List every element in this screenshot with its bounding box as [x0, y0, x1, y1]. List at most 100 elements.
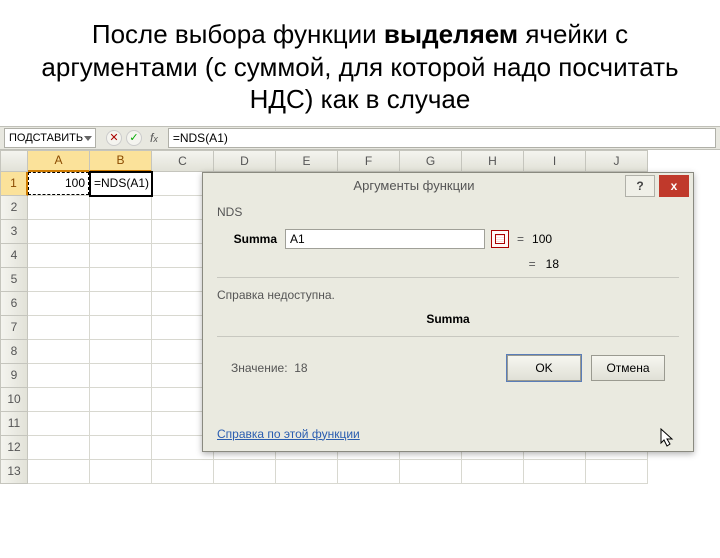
cell-B4[interactable] [90, 244, 152, 268]
cell-A10[interactable] [28, 388, 90, 412]
fx-icon[interactable]: fx [146, 131, 162, 145]
function-arguments-dialog: Аргументы функции ? x NDS Summa A1 = 100… [202, 172, 694, 452]
argument-input-text: A1 [290, 232, 305, 246]
name-box-text: ПОДСТАВИТЬ [9, 132, 83, 144]
cell-G13[interactable] [400, 460, 462, 484]
cell-B6[interactable] [90, 292, 152, 316]
separator-2 [217, 336, 679, 337]
dialog-footer: Значение: 18 OK Отмена [217, 347, 679, 389]
cell-B7[interactable] [90, 316, 152, 340]
row-header-7[interactable]: 7 [0, 316, 28, 340]
function-help-link[interactable]: Справка по этой функции [217, 427, 360, 441]
value-label-text: Значение: [231, 361, 288, 375]
row-header-4[interactable]: 4 [0, 244, 28, 268]
value-number: 18 [294, 361, 307, 375]
col-header-A[interactable]: A [28, 150, 90, 172]
cell-B10[interactable] [90, 388, 152, 412]
cell-B1[interactable]: =NDS(A1) [90, 172, 152, 196]
cell-J13[interactable] [586, 460, 648, 484]
col-header-D[interactable]: D [214, 150, 276, 172]
col-header-B[interactable]: B [90, 150, 152, 172]
cell-A11[interactable] [28, 412, 90, 436]
argument-label: Summa [217, 232, 277, 246]
center-arg-label: Summa [217, 312, 679, 326]
dialog-titlebar[interactable]: Аргументы функции ? x [203, 173, 693, 199]
cell-H13[interactable] [462, 460, 524, 484]
dialog-close-button[interactable]: x [659, 175, 689, 197]
dialog-body: NDS Summa A1 = 100 = 18 Справка недоступ… [203, 199, 693, 395]
row-header-9[interactable]: 9 [0, 364, 28, 388]
cell-A8[interactable] [28, 340, 90, 364]
row-header-2[interactable]: 2 [0, 196, 28, 220]
row-header-11[interactable]: 11 [0, 412, 28, 436]
cancel-formula-button[interactable]: ✕ [106, 130, 122, 146]
cell-A6[interactable] [28, 292, 90, 316]
slide-heading: После выбора функции выделяем ячейки с а… [0, 0, 720, 126]
argument-evaluated: 100 [532, 232, 552, 246]
excel-area: ПОДСТАВИТЬ ✕ ✓ fx =NDS(A1) ABCDEFGHIJ 11… [0, 126, 720, 558]
cell-A12[interactable] [28, 436, 90, 460]
cell-A7[interactable] [28, 316, 90, 340]
row-header-6[interactable]: 6 [0, 292, 28, 316]
cell-A13[interactable] [28, 460, 90, 484]
cell-C13[interactable] [152, 460, 214, 484]
cell-B2[interactable] [90, 196, 152, 220]
cell-I13[interactable] [524, 460, 586, 484]
row-header-1[interactable]: 1 [0, 172, 28, 196]
col-header-G[interactable]: G [400, 150, 462, 172]
cell-B5[interactable] [90, 268, 152, 292]
cell-B3[interactable] [90, 220, 152, 244]
value-label: Значение: 18 [231, 361, 308, 375]
formula-bar-controls: ✕ ✓ fx [100, 130, 168, 146]
cell-A9[interactable] [28, 364, 90, 388]
cell-A4[interactable] [28, 244, 90, 268]
cell-A3[interactable] [28, 220, 90, 244]
column-headers: ABCDEFGHIJ [0, 150, 720, 172]
col-header-H[interactable]: H [462, 150, 524, 172]
cancel-button[interactable]: Отмена [591, 355, 665, 381]
slide-text-1: После выбора функции [92, 19, 384, 49]
formula-bar: ПОДСТАВИТЬ ✕ ✓ fx =NDS(A1) [0, 126, 720, 150]
separator [217, 277, 679, 278]
col-header-J[interactable]: J [586, 150, 648, 172]
cell-A2[interactable] [28, 196, 90, 220]
row-header-13[interactable]: 13 [0, 460, 28, 484]
row-header-12[interactable]: 12 [0, 436, 28, 460]
cell-B11[interactable] [90, 412, 152, 436]
cell-A5[interactable] [28, 268, 90, 292]
help-unavailable-label: Справка недоступна. [217, 288, 679, 302]
cell-B12[interactable] [90, 436, 152, 460]
name-box[interactable]: ПОДСТАВИТЬ [4, 128, 96, 148]
cell-E13[interactable] [276, 460, 338, 484]
cell-D13[interactable] [214, 460, 276, 484]
cell-B8[interactable] [90, 340, 152, 364]
col-header-E[interactable]: E [276, 150, 338, 172]
argument-row: Summa A1 = 100 [217, 229, 679, 249]
col-header-I[interactable]: I [524, 150, 586, 172]
row-header-3[interactable]: 3 [0, 220, 28, 244]
ok-button[interactable]: OK [507, 355, 581, 381]
enter-formula-button[interactable]: ✓ [126, 130, 142, 146]
equals-sign-2: = [529, 257, 536, 271]
row-header-5[interactable]: 5 [0, 268, 28, 292]
cell-B9[interactable] [90, 364, 152, 388]
dialog-help-button[interactable]: ? [625, 175, 655, 197]
row-header-8[interactable]: 8 [0, 340, 28, 364]
dialog-title: Аргументы функции [203, 178, 625, 193]
row-header-10[interactable]: 10 [0, 388, 28, 412]
select-all-corner[interactable] [0, 150, 28, 172]
formula-input[interactable]: =NDS(A1) [168, 128, 716, 148]
col-header-F[interactable]: F [338, 150, 400, 172]
result-value: 18 [546, 257, 559, 271]
result-row: = 18 [217, 257, 679, 271]
col-header-C[interactable]: C [152, 150, 214, 172]
cell-F13[interactable] [338, 460, 400, 484]
slide-text-2: выделяем [384, 19, 518, 49]
cell-A1[interactable]: 100 [28, 172, 90, 196]
formula-text: =NDS(A1) [173, 131, 228, 145]
function-name-label: NDS [217, 205, 679, 219]
range-picker-button[interactable] [491, 230, 509, 248]
row-13: 13 [0, 460, 720, 484]
cell-B13[interactable] [90, 460, 152, 484]
argument-input[interactable]: A1 [285, 229, 485, 249]
